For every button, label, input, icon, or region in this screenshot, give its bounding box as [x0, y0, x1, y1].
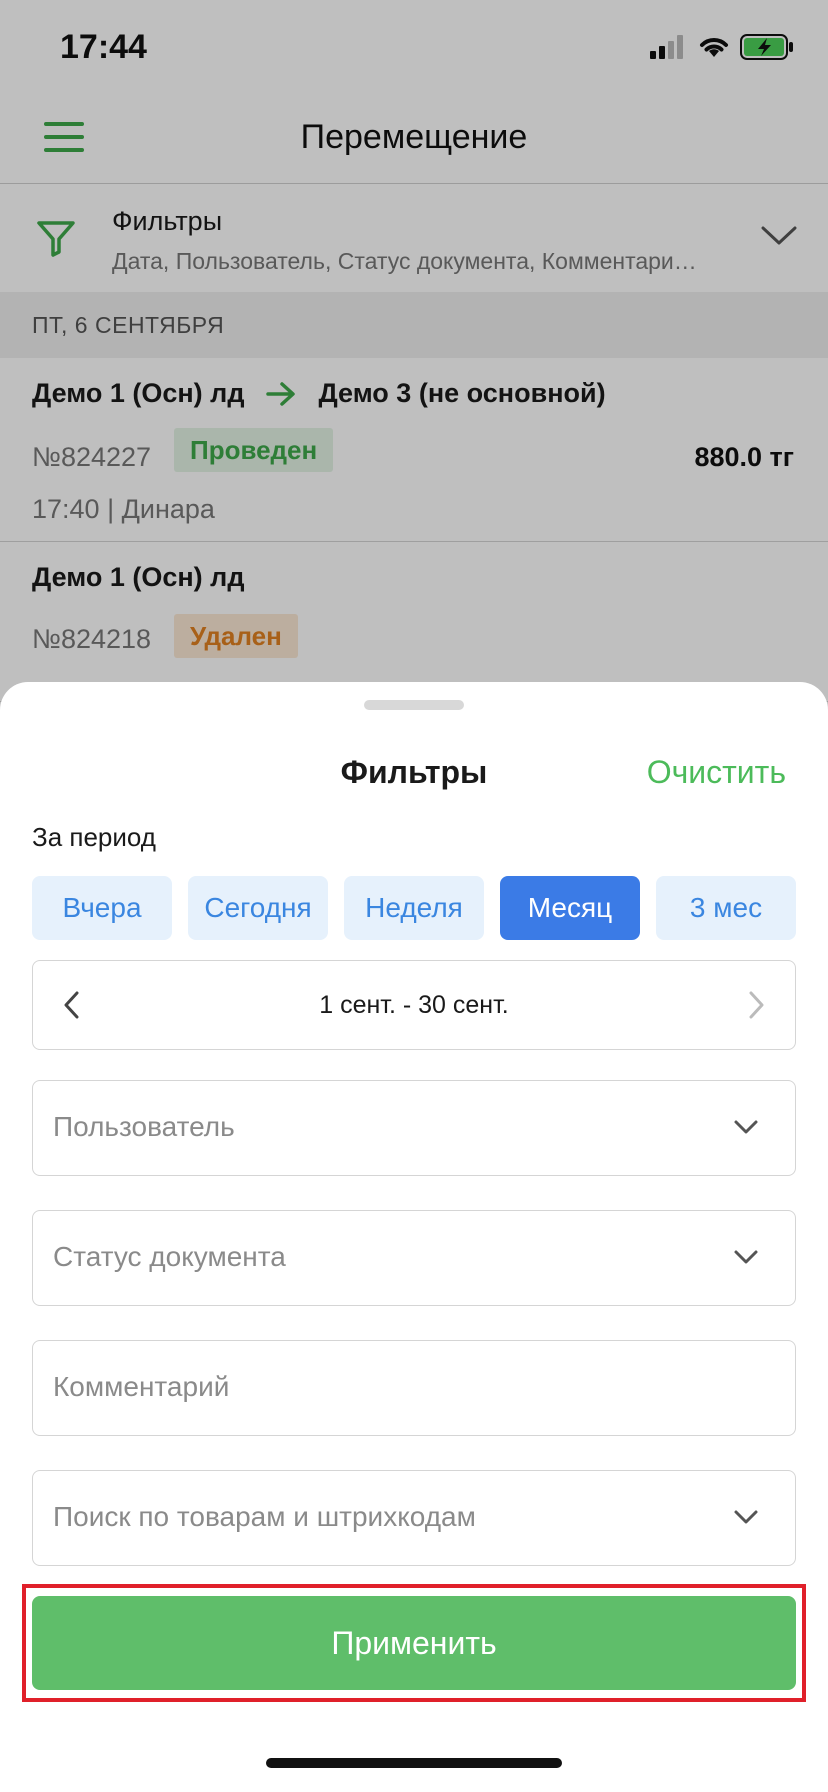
comment-input[interactable]: Комментарий: [32, 1340, 796, 1436]
date-range-text: 1 сент. - 30 сент.: [319, 991, 509, 1019]
period-chip-today[interactable]: Сегодня: [188, 876, 328, 940]
apply-button[interactable]: Применить: [32, 1596, 796, 1690]
period-label: За период: [32, 822, 156, 852]
chevron-right-icon[interactable]: [747, 989, 767, 1021]
period-chip-week[interactable]: Неделя: [344, 876, 484, 940]
chevron-down-icon: [734, 1250, 758, 1264]
period-chip-month[interactable]: Месяц: [500, 876, 640, 940]
chevron-down-icon: [734, 1120, 758, 1134]
period-chip-3-months[interactable]: 3 мес: [656, 876, 796, 940]
comment-placeholder: Комментарий: [53, 1371, 230, 1402]
product-search-placeholder: Поиск по товарам и штрихкодам: [53, 1501, 476, 1532]
user-select-placeholder: Пользователь: [53, 1111, 235, 1142]
sheet-grabber-handle[interactable]: [364, 700, 464, 710]
period-chip-yesterday[interactable]: Вчера: [32, 876, 172, 940]
period-chips: Вчера Сегодня Неделя Месяц 3 мес: [32, 876, 796, 940]
chevron-down-icon: [734, 1510, 758, 1524]
document-status-placeholder: Статус документа: [53, 1241, 286, 1272]
document-status-select[interactable]: Статус документа: [32, 1210, 796, 1306]
date-range-selector: 1 сент. - 30 сент.: [32, 960, 796, 1050]
product-search-select[interactable]: Поиск по товарам и штрихкодам: [32, 1470, 796, 1566]
clear-filters-button[interactable]: Очистить: [647, 754, 786, 791]
filters-bottom-sheet: Фильтры Очистить За период Вчера Сегодня…: [0, 682, 828, 1792]
user-select[interactable]: Пользователь: [32, 1080, 796, 1176]
home-indicator: [266, 1758, 562, 1768]
